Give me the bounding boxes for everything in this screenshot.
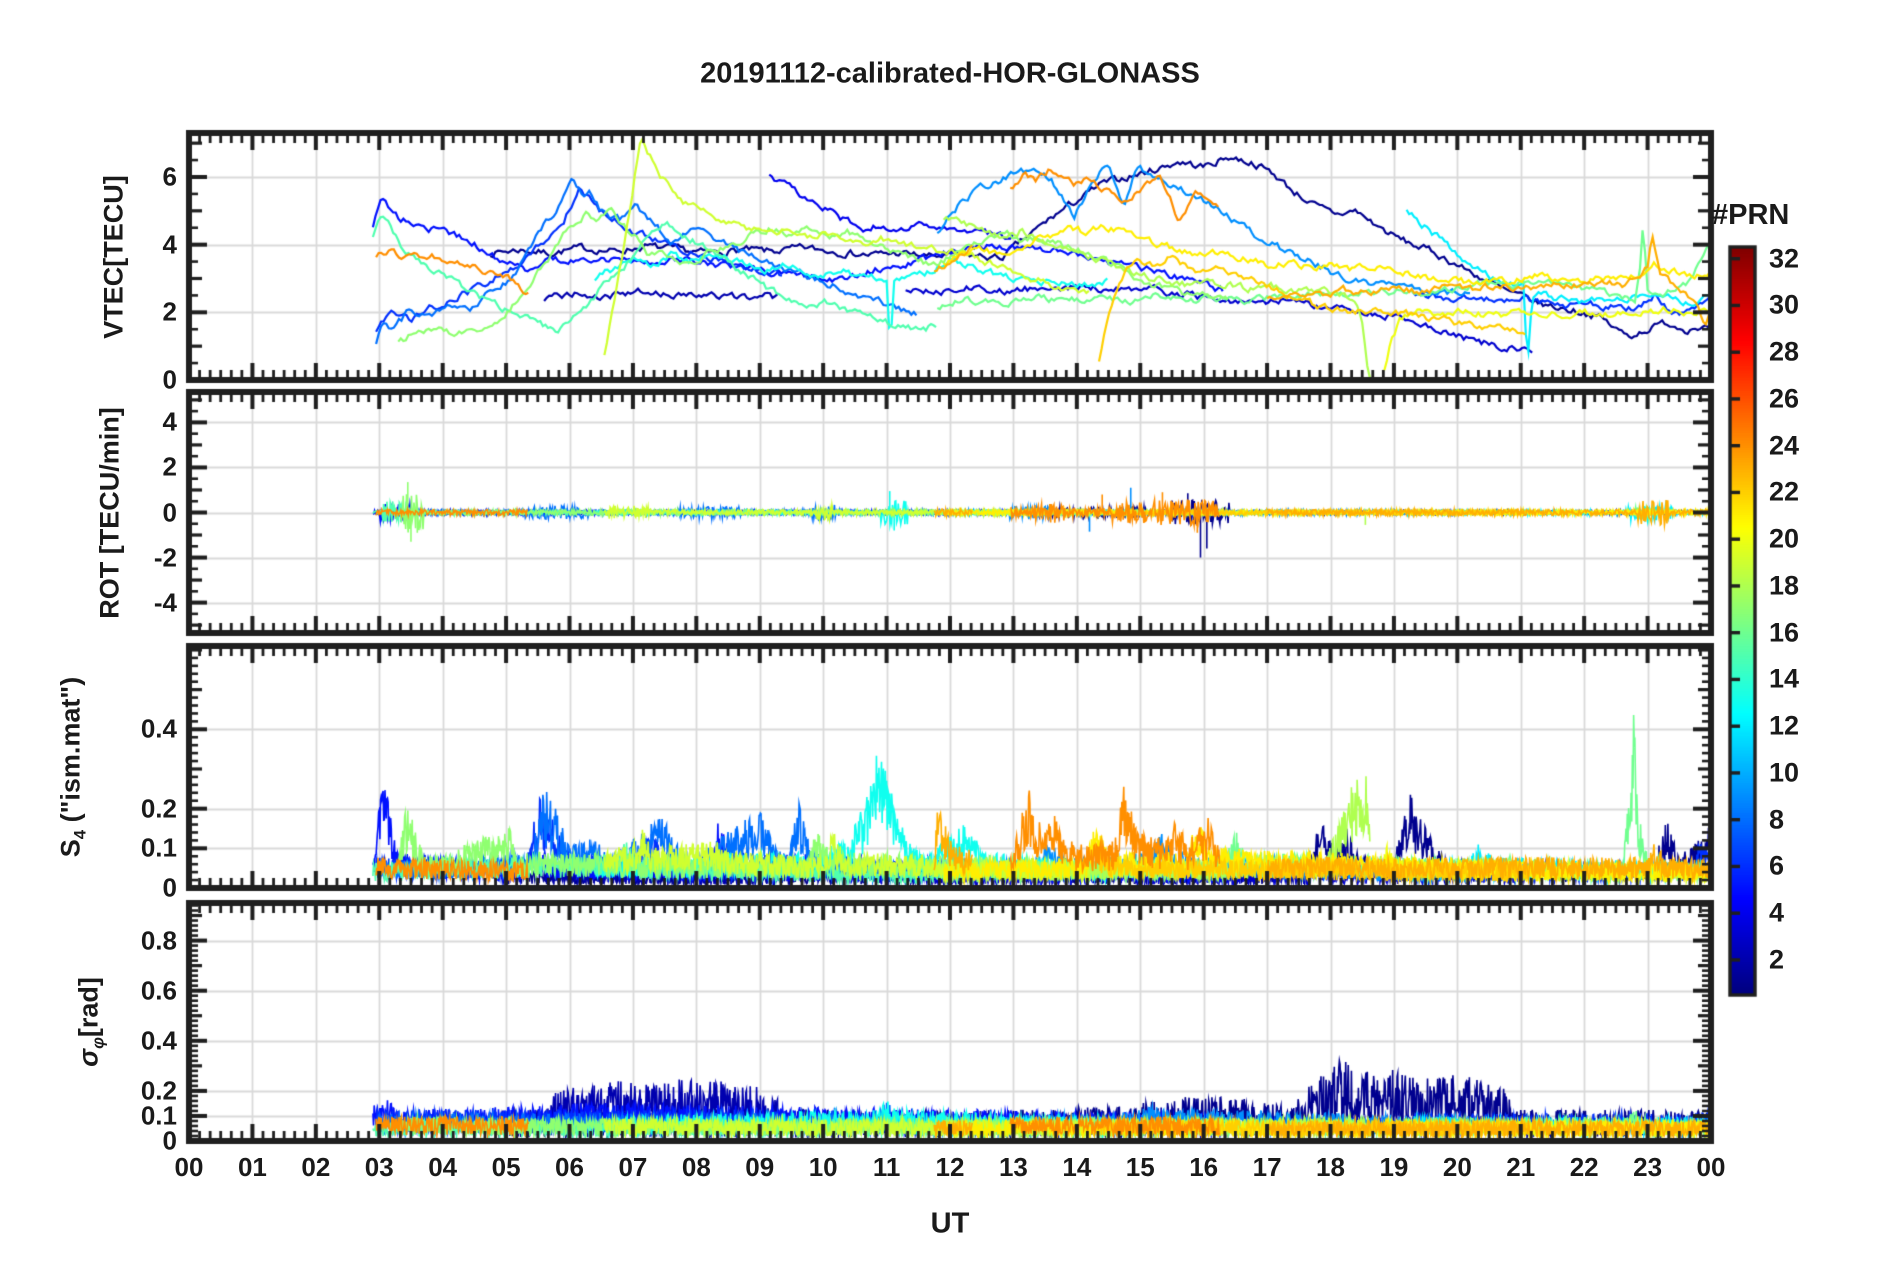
x-tick-label: 20: [1442, 1152, 1472, 1182]
x-tick-label: 04: [428, 1152, 458, 1182]
x-tick-label: 21: [1506, 1152, 1536, 1182]
x-tick-label: 16: [1189, 1152, 1219, 1182]
rot-axis-label: ROT [TECU/min]: [94, 406, 125, 619]
y-tick-label: 0.2: [140, 793, 177, 824]
colorbar-tick-label: 10: [1769, 757, 1800, 788]
x-tick-label: 14: [1062, 1152, 1092, 1182]
colorbar-tick-label: 16: [1769, 617, 1800, 648]
x-tick-label: 13: [998, 1152, 1028, 1182]
colorbar-tick-label: 24: [1769, 430, 1800, 461]
colorbar-tick-label: 18: [1769, 570, 1800, 601]
colorbar-tick-label: 20: [1769, 523, 1800, 554]
y-tick-label: -4: [153, 587, 177, 618]
y-tick-label: 4: [162, 229, 177, 260]
y-tick-label: 0.4: [140, 1025, 177, 1056]
colorbar-tick-label: 26: [1769, 383, 1800, 414]
y-tick-label: 0.2: [140, 1075, 177, 1106]
x-tick-label: 00: [174, 1152, 204, 1182]
colorbar-tick-label: 14: [1769, 663, 1800, 694]
sigma-phi-axis-label: σφ[rad]: [73, 977, 108, 1067]
colorbar-title: #PRN: [1712, 199, 1790, 231]
x-tick-label: 03: [364, 1152, 394, 1182]
plot-canvas: [0, 0, 1902, 1272]
colorbar-tick-label: 12: [1769, 710, 1800, 741]
x-tick-label: 17: [1252, 1152, 1282, 1182]
x-tick-label: 12: [935, 1152, 965, 1182]
y-tick-label: 0: [162, 364, 177, 395]
y-tick-label: 6: [162, 161, 177, 192]
figure: 20191112-calibrated-HOR-GLONASS VTEC[TEC…: [0, 0, 1902, 1272]
x-tick-label: 18: [1316, 1152, 1345, 1182]
colorbar-tick-label: 4: [1769, 897, 1785, 928]
x-tick-label: 06: [555, 1152, 584, 1182]
x-tick-label: 23: [1633, 1152, 1663, 1182]
x-tick-label: 01: [237, 1152, 267, 1182]
y-tick-label: 0: [162, 497, 177, 527]
x-tick-label: 19: [1379, 1152, 1409, 1182]
y-tick-label: 4: [162, 406, 177, 437]
x-tick-label: 15: [1125, 1152, 1155, 1182]
y-tick-label: 0.8: [140, 925, 177, 956]
colorbar-tick-label: 6: [1769, 850, 1785, 881]
colorbar-tick-label: 32: [1769, 243, 1800, 274]
colorbar-tick-label: 28: [1769, 336, 1800, 367]
x-tick-label: 10: [808, 1152, 838, 1182]
colorbar-tick-label: 2: [1769, 944, 1785, 975]
y-tick-label: 2: [162, 451, 177, 482]
colorbar-tick-label: 8: [1769, 804, 1785, 835]
colorbar-tick-label: 30: [1769, 289, 1800, 320]
x-axis-label: UT: [930, 1207, 970, 1240]
x-tick-label: 02: [301, 1152, 331, 1182]
colorbar-tick-label: 22: [1769, 476, 1800, 507]
y-tick-label: 2: [162, 296, 177, 327]
x-tick-label: 00: [1696, 1152, 1726, 1182]
x-tick-label: 08: [681, 1152, 711, 1182]
vtec-axis-label: VTEC[TECU]: [98, 174, 129, 339]
y-tick-label: 0.1: [140, 832, 177, 863]
y-tick-label: 0: [162, 872, 177, 903]
x-tick-label: 22: [1569, 1152, 1599, 1182]
s4-axis-label: S4 ("ism.mat"): [55, 676, 90, 858]
y-tick-label: -2: [153, 542, 177, 573]
y-tick-label: 0.4: [140, 713, 177, 744]
x-tick-label: 05: [491, 1152, 521, 1182]
plot-title: 20191112-calibrated-HOR-GLONASS: [700, 57, 1200, 90]
x-tick-label: 09: [745, 1152, 775, 1182]
x-tick-label: 07: [618, 1152, 648, 1182]
y-tick-label: 0.6: [140, 975, 177, 1006]
x-tick-label: 11: [872, 1152, 901, 1182]
